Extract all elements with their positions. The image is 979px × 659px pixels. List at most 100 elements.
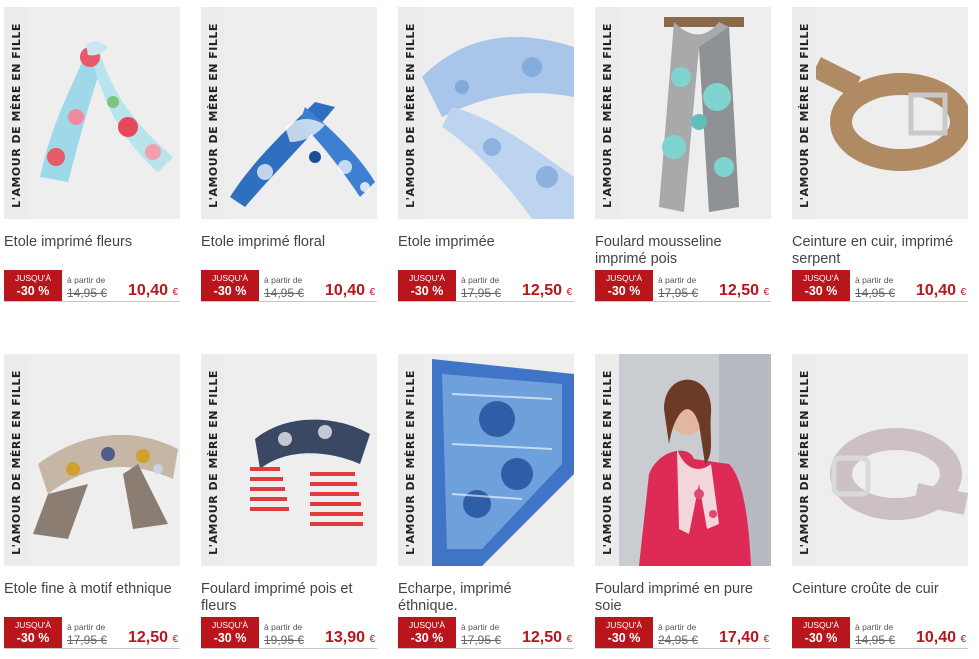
from-label: à partir de: [264, 275, 303, 285]
discount-badge-line1: JUSQU'À: [211, 620, 249, 630]
price-bar: JUSQU'À -30 % à partir de 17,95 € 12,50 …: [4, 617, 180, 649]
discount-badge: JUSQU'À -30 %: [398, 270, 456, 301]
price-divider: [398, 301, 574, 302]
brand-logo: L'AMOUR DE MÈRE EN FILLE: [403, 369, 417, 555]
new-price: 12,50 €: [521, 629, 572, 646]
old-price: 14,95 €: [855, 633, 896, 647]
from-label: à partir de: [67, 622, 106, 632]
product-photo: [619, 7, 771, 219]
product-image[interactable]: L'AMOUR DE MÈRE EN FILLE: [398, 354, 574, 566]
new-price: 12,50 €: [521, 282, 572, 299]
discount-badge-line1: JUSQU'À: [605, 273, 643, 283]
price-bar: JUSQU'À -30 % à partir de 17,95 € 12,50 …: [595, 270, 771, 302]
product-photo: [225, 7, 377, 219]
discount-badge-line2: -30 %: [213, 284, 247, 298]
from-label: à partir de: [855, 275, 894, 285]
new-price: 12,50 €: [127, 629, 178, 646]
new-price: 10,40 €: [915, 629, 966, 646]
price-bar: JUSQU'À -30 % à partir de 14,95 € 10,40 …: [4, 270, 180, 302]
new-price: 10,40 €: [324, 282, 375, 299]
product-image[interactable]: L'AMOUR DE MÈRE EN FILLE: [201, 354, 377, 566]
price-bar: JUSQU'À -30 % à partir de 19,95 € 13,90 …: [201, 617, 377, 649]
product-image[interactable]: L'AMOUR DE MÈRE EN FILLE: [595, 7, 771, 219]
discount-badge-line1: JUSQU'À: [802, 273, 840, 283]
product-photo: [811, 7, 968, 219]
product-title[interactable]: Foulard mousseline imprimé pois: [595, 234, 771, 270]
product-image[interactable]: L'AMOUR DE MÈRE EN FILLE: [4, 354, 180, 566]
price-divider: [792, 301, 968, 302]
product-title[interactable]: Etole imprimé floral: [201, 234, 377, 270]
brand-logo: L'AMOUR DE MÈRE EN FILLE: [9, 369, 23, 555]
product-title[interactable]: Ceinture en cuir, imprimé serpent: [792, 234, 968, 270]
product-title[interactable]: Etole imprimé fleurs: [4, 234, 180, 270]
product-title[interactable]: Etole fine à motif ethnique: [4, 581, 180, 617]
price-divider: [4, 301, 180, 302]
product-image[interactable]: L'AMOUR DE MÈRE EN FILLE: [201, 7, 377, 219]
discount-badge-line2: -30 %: [16, 284, 50, 298]
product-photo: [225, 354, 377, 566]
discount-badge-line2: -30 %: [213, 631, 247, 645]
price-bar: JUSQU'À -30 % à partir de 17,95 € 12,50 …: [398, 270, 574, 302]
discount-badge-line2: -30 %: [16, 631, 50, 645]
product-image[interactable]: L'AMOUR DE MÈRE EN FILLE: [792, 7, 968, 219]
from-label: à partir de: [264, 622, 303, 632]
product-photo: [28, 354, 180, 566]
discount-badge-line2: -30 %: [410, 284, 444, 298]
product-title[interactable]: Foulard imprimé en pure soie: [595, 581, 771, 617]
product-grid: L'AMOUR DE MÈRE EN FILLE Etole imprimé f…: [0, 0, 979, 659]
discount-badge-line1: JUSQU'À: [605, 620, 643, 630]
old-price: 14,95 €: [264, 286, 305, 300]
product-image[interactable]: L'AMOUR DE MÈRE EN FILLE: [4, 7, 180, 219]
new-price: 17,40 €: [718, 629, 769, 646]
from-label: à partir de: [461, 275, 500, 285]
price-divider: [4, 648, 180, 649]
discount-badge: JUSQU'À -30 %: [398, 617, 456, 648]
discount-badge: JUSQU'À -30 %: [792, 270, 850, 301]
discount-badge-line1: JUSQU'À: [408, 273, 446, 283]
product-title[interactable]: Echarpe, imprimé éthnique.: [398, 581, 574, 617]
old-price: 19,95 €: [264, 633, 305, 647]
discount-badge-line1: JUSQU'À: [14, 620, 52, 630]
from-label: à partir de: [67, 275, 106, 285]
product-photo: [816, 354, 968, 566]
price-bar: JUSQU'À -30 % à partir de 14,95 € 10,40 …: [201, 270, 377, 302]
old-price: 24,95 €: [658, 633, 699, 647]
brand-logo: L'AMOUR DE MÈRE EN FILLE: [403, 22, 417, 208]
old-price: 14,95 €: [855, 286, 896, 300]
discount-badge-line1: JUSQU'À: [408, 620, 446, 630]
discount-badge-line2: -30 %: [804, 284, 838, 298]
old-price: 17,95 €: [461, 286, 502, 300]
from-label: à partir de: [855, 622, 894, 632]
discount-badge-line2: -30 %: [607, 284, 641, 298]
product-photo: [28, 7, 180, 219]
from-label: à partir de: [461, 622, 500, 632]
product-title[interactable]: Etole imprimée: [398, 234, 574, 270]
product-title[interactable]: Foulard imprimé pois et fleurs: [201, 581, 377, 617]
brand-logo: L'AMOUR DE MÈRE EN FILLE: [206, 22, 220, 208]
discount-badge: JUSQU'À -30 %: [595, 270, 653, 301]
price-divider: [792, 648, 968, 649]
old-price: 14,95 €: [67, 286, 108, 300]
discount-badge: JUSQU'À -30 %: [4, 270, 62, 301]
brand-logo: L'AMOUR DE MÈRE EN FILLE: [600, 22, 614, 208]
product-image[interactable]: L'AMOUR DE MÈRE EN FILLE: [595, 354, 771, 566]
discount-badge: JUSQU'À -30 %: [595, 617, 653, 648]
discount-badge: JUSQU'À -30 %: [201, 270, 259, 301]
brand-logo: L'AMOUR DE MÈRE EN FILLE: [797, 369, 811, 555]
old-price: 17,95 €: [658, 286, 699, 300]
new-price: 10,40 €: [127, 282, 178, 299]
product-image[interactable]: L'AMOUR DE MÈRE EN FILLE: [792, 354, 968, 566]
new-price: 12,50 €: [718, 282, 769, 299]
product-image[interactable]: L'AMOUR DE MÈRE EN FILLE: [398, 7, 574, 219]
price-bar: JUSQU'À -30 % à partir de 14,95 € 10,40 …: [792, 617, 968, 649]
product-title[interactable]: Ceinture croûte de cuir: [792, 581, 968, 617]
price-divider: [398, 648, 574, 649]
brand-logo: L'AMOUR DE MÈRE EN FILLE: [600, 369, 614, 555]
old-price: 17,95 €: [67, 633, 108, 647]
from-label: à partir de: [658, 622, 697, 632]
discount-badge: JUSQU'À -30 %: [792, 617, 850, 648]
price-divider: [595, 301, 771, 302]
price-bar: JUSQU'À -30 % à partir de 14,95 € 10,40 …: [792, 270, 968, 302]
new-price: 10,40 €: [915, 282, 966, 299]
discount-badge: JUSQU'À -30 %: [4, 617, 62, 648]
